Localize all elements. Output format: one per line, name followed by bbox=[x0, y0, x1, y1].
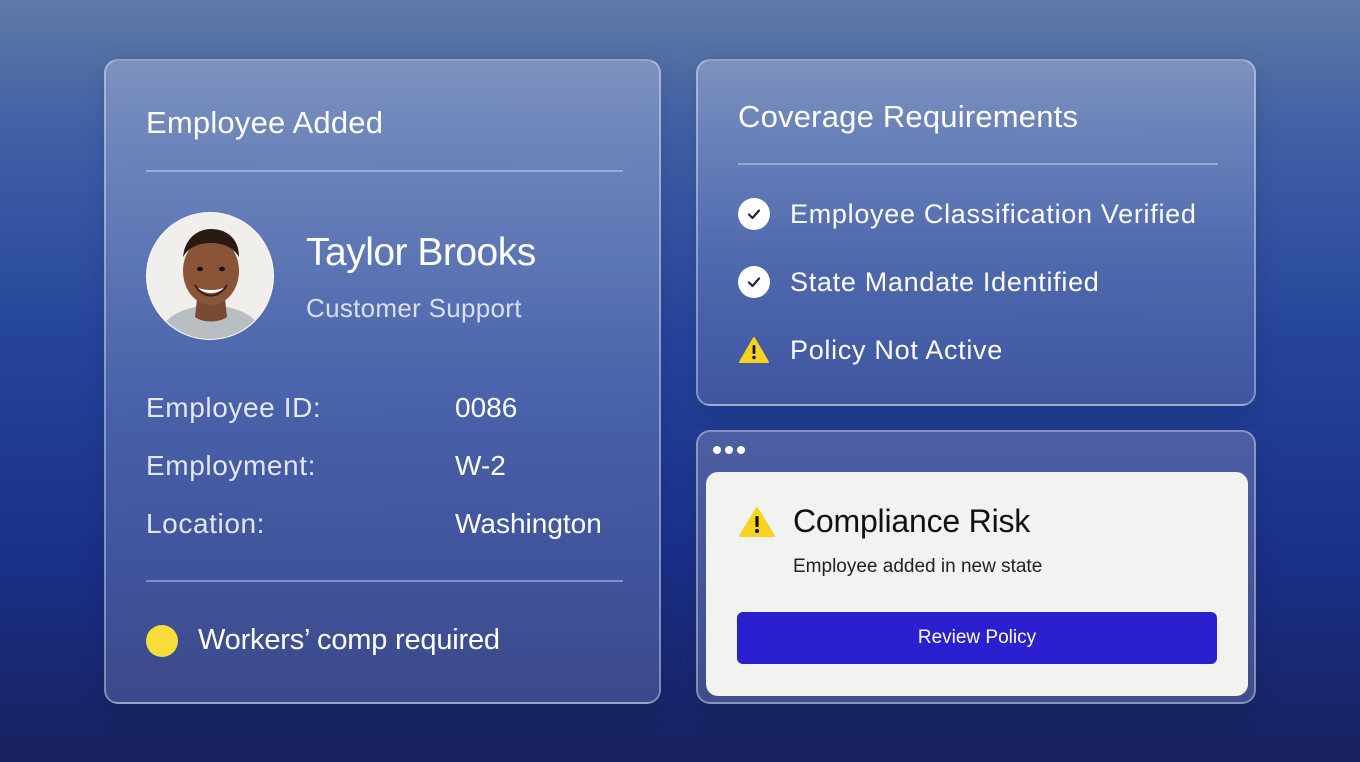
coverage-item-label: Policy Not Active bbox=[790, 334, 1003, 365]
window-menu-dots[interactable] bbox=[713, 446, 745, 454]
coverage-item-policy: Policy Not Active bbox=[738, 333, 1003, 367]
coverage-item-classification: Employee Classification Verified bbox=[738, 197, 1197, 231]
status-dot-icon bbox=[146, 625, 178, 657]
review-policy-button[interactable]: Review Policy bbox=[737, 612, 1217, 664]
check-circle-icon bbox=[738, 198, 770, 230]
dot-icon bbox=[713, 446, 721, 454]
employee-added-card: Employee Added Taylor Brooks Customer Su… bbox=[104, 59, 661, 704]
employee-card-title: Employee Added bbox=[146, 105, 384, 140]
coverage-requirements-card: Coverage Requirements Employee Classific… bbox=[696, 59, 1256, 406]
employee-id-label: Employee ID: bbox=[146, 392, 322, 423]
compliance-alert-panel: Compliance Risk Employee added in new st… bbox=[706, 472, 1248, 696]
coverage-card-title: Coverage Requirements bbox=[738, 99, 1079, 134]
workers-comp-status: Workers’ comp required bbox=[198, 624, 500, 656]
warning-icon bbox=[738, 334, 770, 366]
warning-icon bbox=[738, 506, 776, 543]
divider bbox=[146, 580, 623, 582]
dot-icon bbox=[725, 446, 733, 454]
employee-department: Customer Support bbox=[306, 293, 522, 323]
alert-message: Employee added in new state bbox=[793, 556, 1043, 577]
employee-name: Taylor Brooks bbox=[306, 231, 536, 274]
dot-icon bbox=[737, 446, 745, 454]
divider bbox=[738, 163, 1218, 165]
location-value: Washington bbox=[455, 508, 602, 539]
avatar bbox=[146, 212, 274, 340]
location-label: Location: bbox=[146, 508, 266, 539]
employment-value: W-2 bbox=[455, 450, 506, 481]
employee-photo bbox=[147, 213, 273, 339]
employee-id-value: 0086 bbox=[455, 392, 518, 423]
divider bbox=[146, 170, 623, 172]
coverage-item-label: State Mandate Identified bbox=[790, 266, 1100, 297]
compliance-alert-window: Compliance Risk Employee added in new st… bbox=[696, 430, 1256, 704]
coverage-item-label: Employee Classification Verified bbox=[790, 198, 1197, 229]
alert-title: Compliance Risk bbox=[793, 503, 1031, 539]
employment-label: Employment: bbox=[146, 450, 316, 481]
coverage-item-state-mandate: State Mandate Identified bbox=[738, 265, 1100, 299]
check-circle-icon bbox=[738, 266, 770, 298]
